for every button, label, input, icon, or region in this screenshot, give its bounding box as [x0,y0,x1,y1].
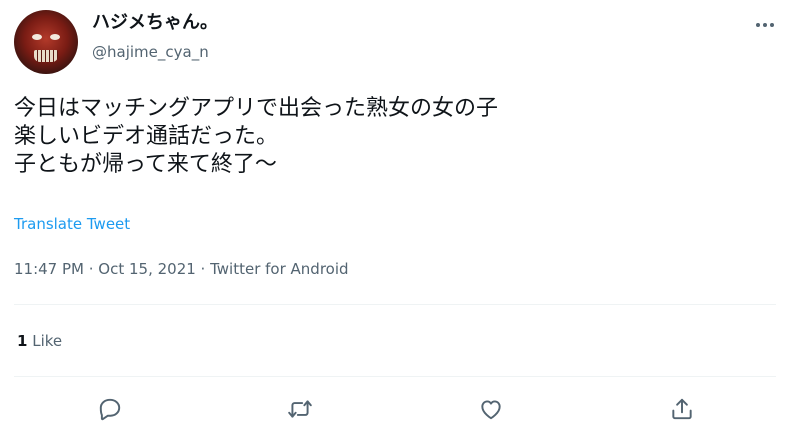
more-dot [756,23,760,27]
user-handle[interactable]: @hajime_cya_n [92,42,209,62]
divider [14,376,776,377]
heart-icon [481,400,501,420]
tweet-timestamp[interactable]: 11:47 PM · Oct 15, 2021 · Twitter for An… [14,259,349,279]
likes-count[interactable]: 1 Like [17,331,62,351]
like-button[interactable] [474,392,508,426]
avatar-eye [32,34,42,40]
more-horizontal-icon[interactable] [754,14,776,36]
retweet-icon [288,400,312,418]
display-name[interactable]: ハジメちゃん。 [92,12,218,34]
tweet-text-line: 楽しいビデオ通話だった。 [14,124,279,149]
reply-icon [99,398,121,421]
tweet-text-line: 今日はマッチングアプリで出会った熟女の女の子 [14,96,499,121]
tweet-text: 今日はマッチングアプリで出会った熟女の女の子 楽しいビデオ通話だった。 子ともが… [14,95,774,179]
avatar-eye [50,34,60,40]
share-icon [672,398,692,420]
divider [14,304,776,305]
avatar[interactable] [14,10,78,74]
share-button[interactable] [665,392,699,426]
more-dot [763,23,767,27]
reply-button[interactable] [93,392,127,426]
more-dot [770,23,774,27]
retweet-button[interactable] [283,392,317,426]
translate-tweet-link[interactable]: Translate Tweet [14,214,130,234]
avatar-mouth [34,50,58,62]
likes-number: 1 [17,332,28,350]
likes-label: Like [32,332,63,350]
tweet-text-line: 子ともが帰って来て終了〜 [14,152,277,177]
